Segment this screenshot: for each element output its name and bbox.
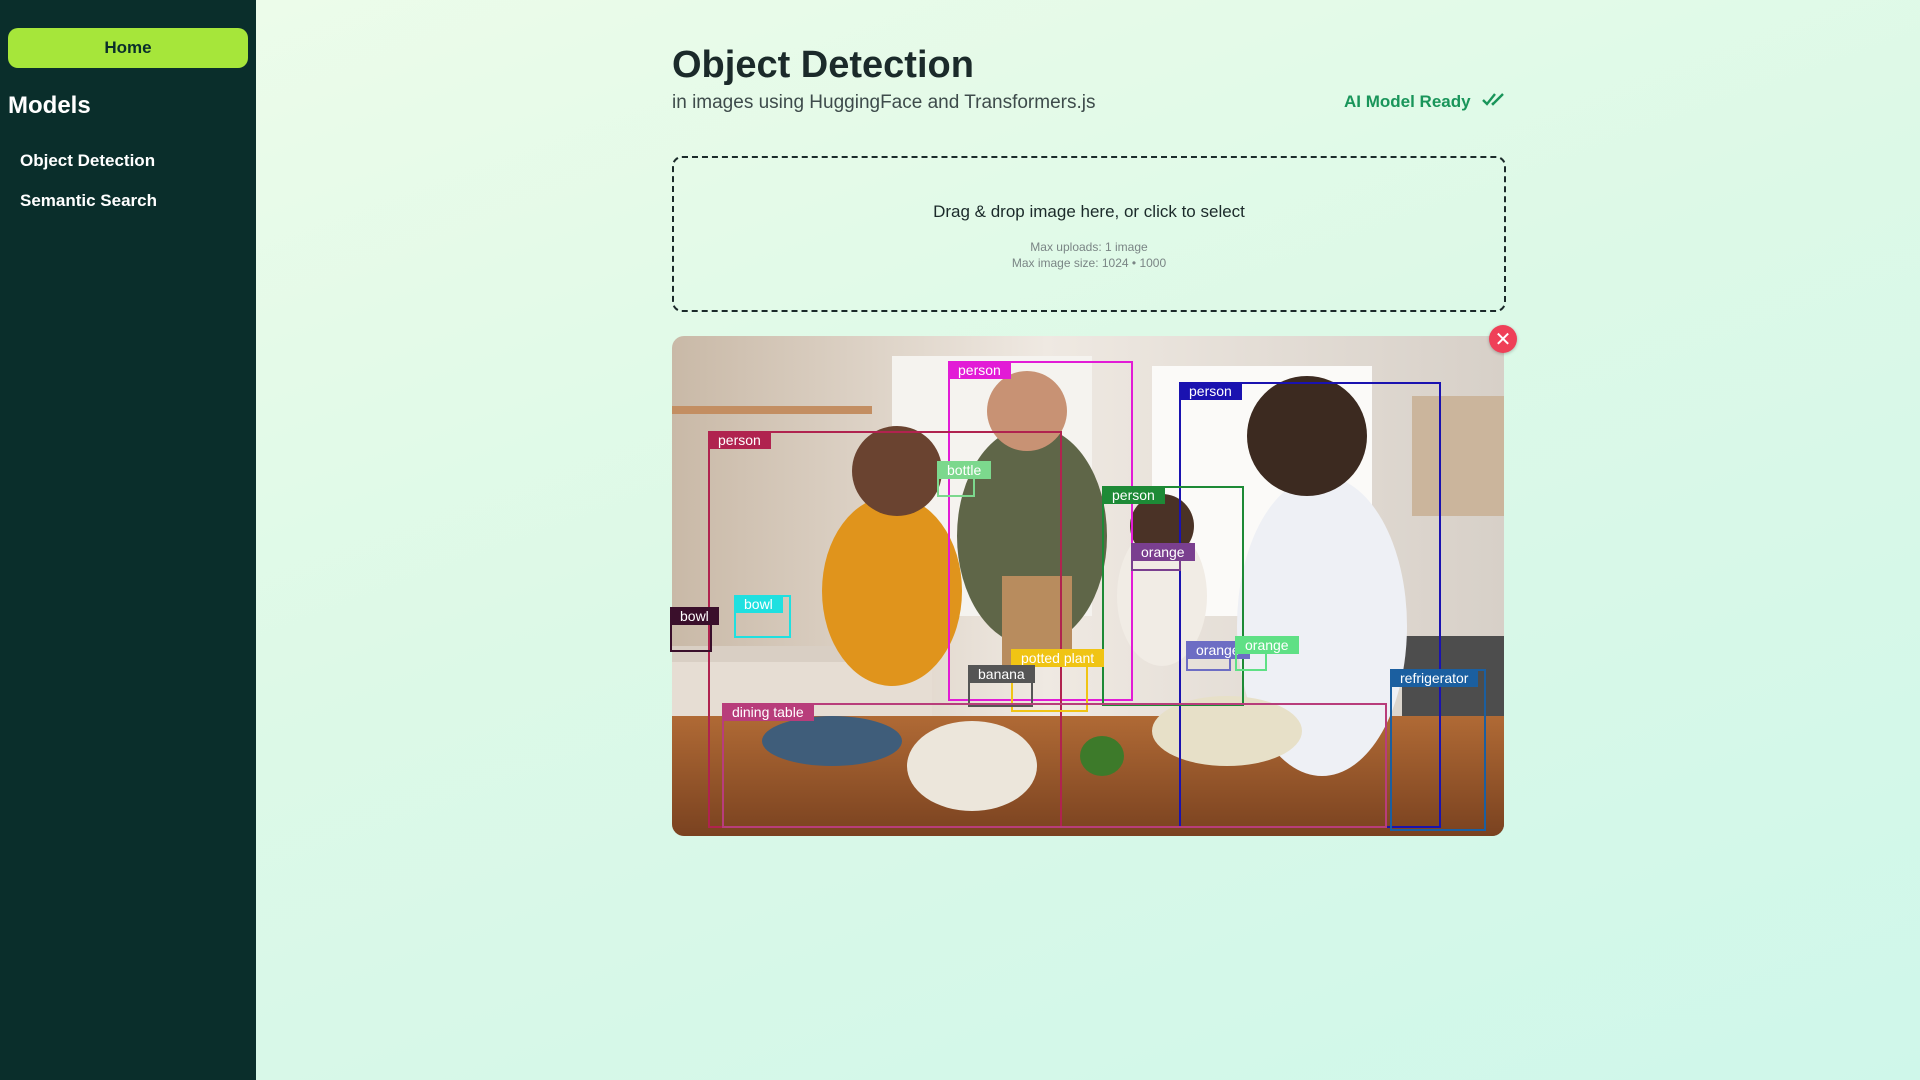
sidebar-item-semantic-search[interactable]: Semantic Search [20,191,157,211]
sidebar-item-object-detection[interactable]: Object Detection [20,151,155,171]
sidebar: Home Models Object Detection Semantic Se… [0,0,256,1080]
detection-box: orange [1235,636,1299,671]
detection-box: banana [968,665,1035,707]
detection-result: person person person bottle person orang… [670,336,1504,836]
detection-label: banana [968,665,1035,683]
detection-box: person [1102,486,1244,706]
detection-label: orange [1131,543,1195,561]
dropzone-max-uploads: Max uploads: 1 image [1030,240,1148,254]
detection-label: orange [1235,636,1299,654]
home-button[interactable]: Home [8,28,248,68]
detection-label: bowl [670,607,719,625]
detection-box: bowl [670,607,719,652]
double-check-icon [1481,91,1507,112]
dropzone-prompt: Drag & drop image here, or click to sele… [933,202,1245,221]
close-icon: ✕ [1494,328,1512,351]
page-title: Object Detection [672,44,974,86]
detection-label: person [1102,486,1165,504]
detection-label: bottle [937,461,992,479]
model-status: AI Model Ready [1344,91,1507,112]
detection-box: bowl [734,595,791,638]
detection-label: dining table [722,703,814,721]
detection-box: dining table [722,703,1387,828]
detection-box: refrigerator [1390,669,1486,831]
models-heading: Models [8,92,91,119]
detection-label: refrigerator [1390,669,1479,687]
detection-label: person [948,361,1011,379]
detection-label: bowl [734,595,783,613]
image-dropzone[interactable]: Drag & drop image here, or click to sele… [672,156,1506,312]
detection-box: orange [1131,543,1195,571]
remove-image-button[interactable]: ✕ [1489,325,1517,353]
detection-box: bottle [937,461,992,497]
detection-box: orange [1186,641,1250,671]
page-subtitle: in images using HuggingFace and Transfor… [672,92,1096,113]
dropzone-max-size: Max image size: 1024 • 1000 [1011,256,1167,270]
detection-label: person [708,431,771,449]
detection-label: person [1179,382,1242,400]
model-status-label: AI Model Ready [1344,91,1471,111]
